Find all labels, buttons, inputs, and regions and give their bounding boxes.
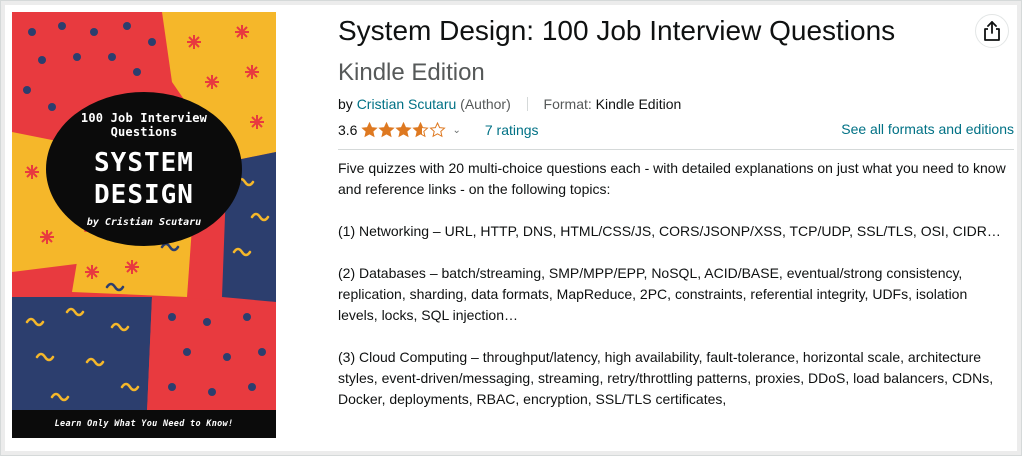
star-icon [429,122,447,138]
divider [338,149,1014,150]
product-description: Five quizzes with 20 multi-choice questi… [338,158,1008,410]
cover-subtitle: 100 Job Interview Questions [80,110,208,139]
format-label: Format: [543,96,592,112]
star-icon [378,122,396,138]
byline-separator [526,97,528,111]
cover-title: SYSTEM DESIGN [94,147,194,210]
star-icon [412,122,430,138]
by-label: by [338,96,353,112]
cover-tagline: Learn Only What You Need to Know! [12,410,276,438]
star-rating[interactable] [361,122,447,138]
description-paragraph: Five quizzes with 20 multi-choice questi… [338,160,1006,197]
star-icon [395,122,413,138]
cover-title-circle: 100 Job Interview Questions SYSTEM DESIG… [46,92,242,246]
format-value: Kindle Edition [595,96,682,112]
description-paragraph: (1) Networking – URL, HTTP, DNS, HTML/CS… [338,223,1001,239]
star-icon [361,122,379,138]
product-title: System Design: 100 Job Interview Questio… [338,15,896,46]
book-cover-image[interactable]: 100 Job Interview Questions SYSTEM DESIG… [12,12,276,438]
share-button[interactable] [975,14,1009,48]
ratings-count-link[interactable]: 7 ratings [485,122,539,138]
description-paragraph: (3) Cloud Computing – throughput/latency… [338,349,994,407]
author-link[interactable]: Cristian Scutaru [357,96,457,112]
description-paragraph: (2) Databases – batch/streaming, SMP/MPP… [338,265,968,323]
ratings-row: 3.6 ⌄ 7 ratings See all formats and edit… [338,120,1014,140]
see-all-formats-link[interactable]: See all formats and editions [841,121,1014,137]
rating-value: 3.6 [338,122,358,138]
author-role: (Author) [460,96,511,112]
chevron-down-icon[interactable]: ⌄ [452,125,460,136]
share-icon [984,21,1000,41]
product-edition: Kindle Edition [338,59,485,86]
cover-author: by Cristian Scutaru [86,216,202,228]
byline: by Cristian Scutaru (Author) Format: Kin… [338,96,1014,112]
product-page: 100 Job Interview Questions SYSTEM DESIG… [0,0,1024,452]
product-details: System Design: 100 Job Interview Questio… [338,14,1014,431]
